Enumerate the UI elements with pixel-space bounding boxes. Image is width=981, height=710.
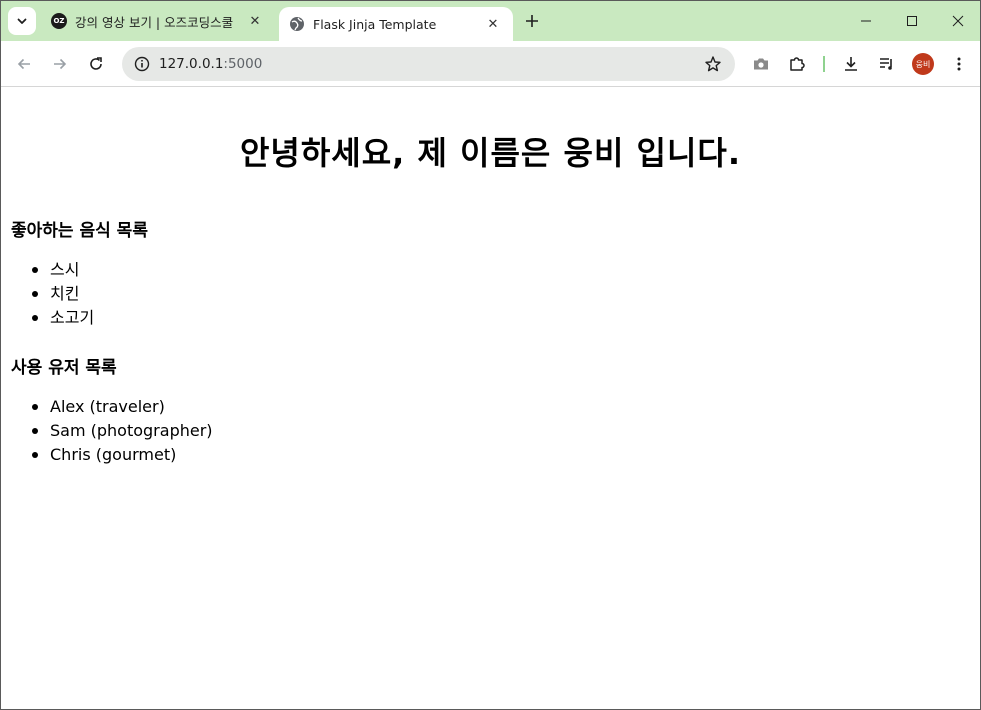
media-controls-button[interactable] — [872, 49, 902, 79]
maximize-button[interactable] — [889, 1, 935, 41]
star-icon — [705, 56, 721, 72]
list-item: 소고기 — [31, 306, 94, 330]
minimize-icon — [861, 20, 871, 22]
download-icon — [845, 57, 857, 71]
close-icon[interactable]: ✕ — [483, 14, 503, 34]
arrow-left-icon — [17, 58, 30, 70]
profile-avatar[interactable]: 웅비 — [912, 53, 934, 75]
address-bar[interactable]: 127.0.0.1:5000 — [122, 47, 735, 81]
screenshot-button[interactable] — [746, 49, 776, 79]
foods-list: 스시 치킨 소고기 — [31, 258, 94, 330]
new-tab-button[interactable] — [521, 10, 543, 32]
site-info-button[interactable] — [128, 50, 156, 78]
puzzle-icon — [790, 57, 805, 71]
extensions-button[interactable] — [782, 49, 812, 79]
list-item: Alex (traveler) — [32, 395, 213, 419]
url-text[interactable]: 127.0.0.1:5000 — [159, 47, 262, 81]
minimize-button[interactable] — [843, 1, 889, 41]
users-list: Alex (traveler) Sam (photographer) Chris… — [32, 395, 213, 467]
reload-icon — [90, 57, 102, 70]
chevron-down-icon — [17, 18, 27, 24]
maximize-icon — [907, 16, 917, 26]
bookmark-star-button[interactable] — [703, 54, 723, 74]
back-button[interactable] — [9, 49, 39, 79]
page-heading: 안녕하세요, 제 이름은 웅비 입니다. — [239, 134, 742, 172]
list-item: 치킨 — [31, 282, 94, 306]
close-icon[interactable]: ✕ — [245, 11, 265, 31]
globe-icon — [289, 16, 305, 32]
reload-button[interactable] — [81, 49, 111, 79]
more-vertical-icon — [957, 57, 961, 71]
list-item: Sam (photographer) — [32, 419, 213, 443]
window-close-button[interactable] — [935, 1, 980, 41]
url-host: 127.0.0.1 — [159, 56, 224, 72]
browser-window: OZ 강의 영상 보기 | 오즈코딩스쿨 ✕ Flask Jinja Templ… — [0, 0, 981, 710]
close-icon — [952, 15, 964, 27]
tab-title: 강의 영상 보기 | 오즈코딩스쿨 — [75, 14, 234, 30]
tab-title: Flask Jinja Template — [313, 16, 437, 32]
tab-search-button[interactable] — [8, 7, 36, 35]
oz-favicon-icon: OZ — [51, 13, 67, 29]
list-item: 스시 — [31, 258, 94, 282]
downloads-button[interactable] — [836, 49, 866, 79]
tab-strip: OZ 강의 영상 보기 | 오즈코딩스쿨 ✕ Flask Jinja Templ… — [1, 1, 980, 41]
page-content: 안녕하세요, 제 이름은 웅비 입니다. 좋아하는 음식 목록 스시 치킨 소고… — [1, 88, 980, 709]
plus-icon — [526, 15, 538, 27]
info-icon — [134, 56, 150, 72]
foods-section-title: 좋아하는 음식 목록 — [11, 221, 148, 241]
forward-button[interactable] — [45, 49, 75, 79]
list-item: Chris (gourmet) — [32, 443, 213, 467]
camera-icon — [754, 58, 768, 70]
arrow-right-icon — [54, 58, 67, 70]
browser-toolbar: 127.0.0.1:5000 웅비 — [1, 41, 980, 87]
toolbar-divider — [823, 56, 825, 72]
url-port: :5000 — [223, 56, 263, 72]
tab-oz-coding-school[interactable]: OZ 강의 영상 보기 | 오즈코딩스쿨 ✕ — [41, 1, 275, 41]
playlist-icon — [880, 58, 892, 70]
browser-menu-button[interactable] — [944, 49, 974, 79]
tab-flask-jinja-template[interactable]: Flask Jinja Template ✕ — [279, 7, 513, 41]
users-section-title: 사용 유저 목록 — [11, 358, 117, 378]
